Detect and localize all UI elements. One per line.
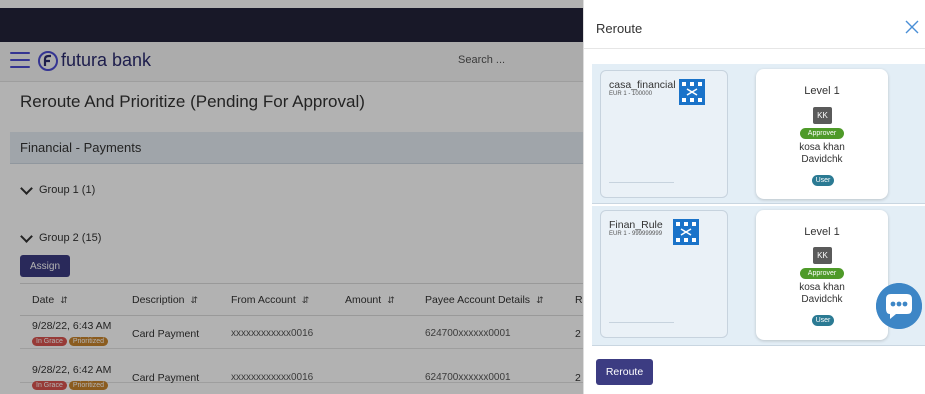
level-title: Level 1 (804, 85, 840, 97)
approver-id: Davidchk (801, 154, 843, 165)
role-badge: Approver (800, 128, 844, 139)
chat-bubble-icon[interactable] (876, 283, 922, 329)
avatar: KK (813, 247, 832, 264)
rule-card[interactable]: Finan_Rule EUR 1 - 999999999 (600, 210, 728, 338)
rule-row[interactable]: Finan_Rule EUR 1 - 999999999 Level 1 KK … (592, 206, 925, 346)
modal-backdrop[interactable] (0, 0, 583, 394)
avatar: KK (813, 107, 832, 124)
rule-card[interactable]: casa_financial EUR 1 - 100000 (600, 70, 728, 198)
app-root: futura bank Search ... Reroute And Prior… (0, 0, 925, 394)
panel-title: Reroute (596, 21, 643, 36)
user-type-badge: User (812, 175, 834, 186)
reroute-button[interactable]: Reroute (596, 359, 653, 385)
workflow-grid-icon (679, 79, 705, 105)
level-title: Level 1 (804, 226, 840, 238)
rule-name: casa_financial (609, 79, 676, 91)
approver-name: kosa khan (799, 142, 845, 153)
divider (609, 322, 674, 323)
rule-amount-range: EUR 1 - 100000 (609, 91, 653, 97)
role-badge: Approver (800, 268, 844, 279)
workflow-grid-icon (673, 219, 699, 245)
rule-row[interactable]: casa_financial EUR 1 - 100000 Level 1 KK… (592, 64, 925, 204)
rule-amount-range: EUR 1 - 999999999 (609, 231, 663, 237)
approver-id: Davidchk (801, 294, 843, 305)
user-type-badge: User (812, 315, 834, 326)
approval-level-card: Level 1 KK Approver kosa khan Davidchk U… (756, 210, 888, 340)
divider (609, 182, 674, 183)
rule-name: Finan_Rule (609, 219, 663, 231)
approver-name: kosa khan (799, 282, 845, 293)
approval-level-card: Level 1 KK Approver kosa khan Davidchk U… (756, 69, 888, 199)
reroute-panel: Reroute casa_financial EUR 1 - 100000 Le… (583, 0, 925, 394)
close-icon[interactable] (904, 19, 920, 35)
divider (584, 48, 925, 49)
